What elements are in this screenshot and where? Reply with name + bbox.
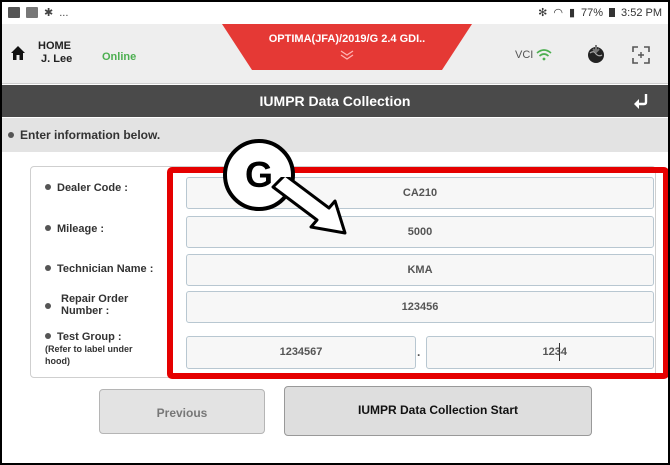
repair-order-label-line1: Repair Order	[61, 293, 129, 305]
gallery-icon	[8, 7, 20, 18]
signal-icon: ▮	[568, 7, 575, 19]
home-icon[interactable]	[10, 45, 26, 61]
instruction-label: Enter information below.	[20, 128, 161, 142]
previous-button[interactable]: Previous	[99, 389, 265, 434]
bluetooth-icon: ✻	[538, 7, 548, 19]
title-bar: IUMPR Data Collection	[2, 85, 668, 117]
bullet-icon	[45, 184, 51, 191]
bullet-icon	[45, 265, 51, 272]
mileage-label: Mileage :	[45, 223, 104, 235]
vci-label: VCI	[515, 49, 534, 61]
wifi-icon: ◠	[553, 7, 563, 19]
user-name: J. Lee	[41, 53, 73, 65]
iumpr-start-button-label: IUMPR Data Collection Start	[357, 403, 519, 417]
wifi-icon	[536, 49, 552, 61]
vehicle-name: OPTIMA(JFA)/2019/G 2.4 GDI..	[268, 33, 426, 45]
iumpr-start-button[interactable]: IUMPR Data Collection Start	[284, 386, 592, 436]
battery-percent: 77%	[581, 6, 604, 19]
connection-status: Online	[102, 51, 137, 63]
home-label: HOME	[38, 40, 71, 52]
test-group-label: Test Group : (Refer to label under hood)	[45, 331, 133, 367]
home-button[interactable]: HOME J. Lee	[38, 40, 72, 66]
page-title: IUMPR Data Collection	[259, 93, 411, 109]
repair-order-label: Repair Order Number :	[45, 293, 128, 317]
chevron-down-icon	[340, 50, 354, 60]
scan-icon[interactable]	[632, 46, 650, 64]
bullet-icon	[45, 333, 51, 340]
status-more: ...	[59, 6, 69, 19]
technician-label: Technician Name :	[45, 263, 153, 275]
vci-status[interactable]: VCI	[515, 49, 552, 61]
app-header: HOME J. Lee Online OPTIMA(JFA)/2019/G 2.…	[2, 24, 668, 84]
mileage-label-text: Mileage :	[57, 223, 105, 235]
battery-icon	[609, 8, 616, 17]
bullet-icon	[8, 131, 14, 138]
clock: 3:52 PM	[621, 6, 662, 19]
repair-order-label-line2: Number :	[61, 305, 110, 317]
test-group-note-line1: (Refer to label under	[45, 344, 133, 354]
back-icon[interactable]	[630, 92, 650, 110]
instruction-text: Enter information below.	[8, 128, 160, 142]
notification-icon: ✱	[44, 7, 54, 19]
calendar-icon	[26, 7, 38, 18]
status-bar: ✱ ... ✻ ◠ ▮ 77% 3:52 PM	[2, 2, 668, 24]
dealer-code-label: Dealer Code :	[45, 182, 128, 194]
bullet-icon	[45, 303, 51, 309]
previous-button-label: Previous	[156, 406, 208, 420]
test-group-note-line2: hood)	[45, 356, 70, 366]
instruction-bar: Enter information below.	[2, 118, 668, 152]
technician-label-text: Technician Name :	[57, 263, 154, 275]
globe-download-icon[interactable]	[586, 44, 606, 64]
test-group-label-text: Test Group :	[57, 331, 122, 343]
vehicle-selector[interactable]: OPTIMA(JFA)/2019/G 2.4 GDI..	[222, 24, 472, 70]
dealer-code-label-text: Dealer Code :	[57, 182, 128, 194]
callout-arrow-icon	[271, 177, 347, 235]
app-window: ✱ ... ✻ ◠ ▮ 77% 3:52 PM HOME J. Lee Onli…	[0, 0, 670, 465]
bullet-icon	[45, 225, 51, 232]
